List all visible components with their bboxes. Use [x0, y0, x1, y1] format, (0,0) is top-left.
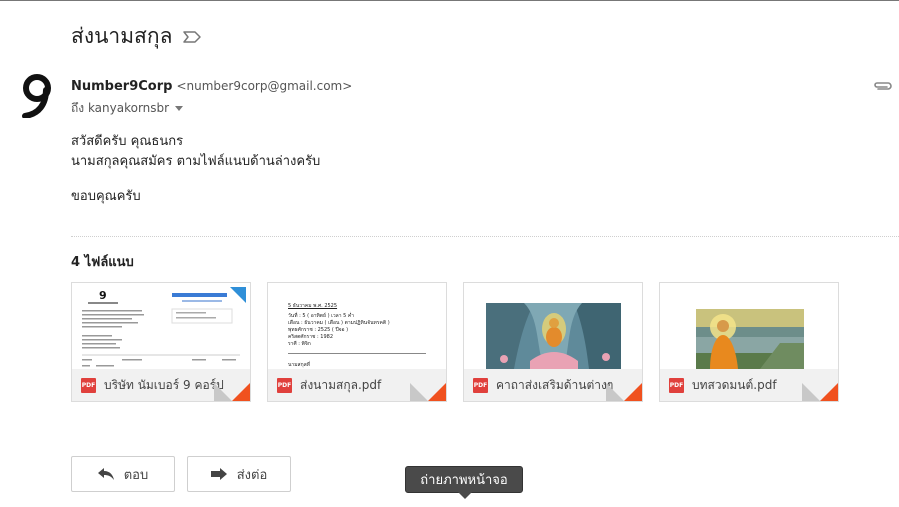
screenshot-tooltip: ถ่ายภาพหน้าจอ — [405, 466, 523, 499]
recipient-text: ถึง kanyakornsbr — [71, 101, 170, 115]
page-fold-accent — [428, 383, 446, 401]
attachment-card[interactable]: PDF คาถาส่งเสริมด้านต่างๆ — [463, 282, 643, 402]
sender-avatar[interactable] — [19, 74, 55, 118]
page-fold-accent — [624, 383, 642, 401]
attachment-filename: ส่งนามสกุล.pdf — [300, 377, 382, 392]
top-border — [0, 0, 899, 1]
body-greeting: สวัสดีครับ คุณธนกร — [71, 134, 184, 149]
page-fold-accent — [820, 383, 838, 401]
subject-text: ส่งนามสกุล — [71, 24, 173, 48]
attachment-filename: คาถาส่งเสริมด้านต่างๆ — [496, 377, 614, 392]
pdf-icon: PDF — [81, 377, 96, 393]
thumb-line: พุทธศักราช : 2525 ( ปีจอ ) — [288, 327, 349, 333]
pdf-icon: PDF — [473, 377, 488, 393]
thumb-title: 5 ธันวาคม พ.ศ. 2525 — [288, 303, 338, 309]
attachment-filename: บริษัท นัมเบอร์ 9 คอร์ปอเรชั่น — [104, 377, 224, 392]
forward-button[interactable]: ส่งต่อ — [187, 456, 291, 492]
svg-text:9: 9 — [99, 289, 107, 302]
body-line: นามสกุลคุณสมัคร ตามไฟล์แนบด้านล่างครับ — [71, 154, 321, 169]
reply-button[interactable]: ตอบ — [71, 456, 175, 492]
attachment-count: 4 ไฟล์แนบ — [71, 255, 134, 270]
page-fold-accent — [232, 383, 250, 401]
attachment-card[interactable]: PDF บทสวดมนต์.pdf — [659, 282, 839, 402]
thumb-line: ราศี : พิจิก — [288, 341, 311, 347]
thumb-line: นามสกุลที่ — [288, 362, 310, 368]
body-closing: ขอบคุณครับ — [71, 189, 141, 204]
pdf-icon: PDF — [669, 377, 684, 393]
attachments-divider — [71, 236, 899, 237]
forward-label: ส่งต่อ — [236, 467, 268, 483]
page-fold — [214, 383, 232, 401]
email-subject: ส่งนามสกุล — [71, 20, 202, 53]
page-fold — [410, 383, 428, 401]
tooltip-arrow — [458, 492, 472, 499]
attachment-thumbnail — [660, 283, 838, 369]
recipient-details-toggle[interactable]: ถึง kanyakornsbr — [71, 99, 184, 118]
reply-arrow-icon — [97, 468, 114, 480]
paperclip-icon — [874, 82, 892, 90]
attachment-card[interactable]: 5 ธันวาคม พ.ศ. 2525 วันที่ : 5 ( อาทิตย์… — [267, 282, 447, 402]
tooltip-text: ถ่ายภาพหน้าจอ — [420, 473, 508, 488]
sender-name[interactable]: Number9Corp — [71, 79, 172, 94]
attachment-thumbnail: 5 ธันวาคม พ.ศ. 2525 วันที่ : 5 ( อาทิตย์… — [268, 283, 446, 369]
thumb-line: เดือน : ธันวาคม ( เดือน ) ตามปฏิทินจันทร… — [288, 320, 390, 326]
attachment-thumbnail: 9 — [72, 283, 250, 369]
sender-line: Number9Corp <number9corp@gmail.com> — [71, 79, 352, 94]
label-tag-icon[interactable] — [182, 30, 202, 44]
page-fold — [802, 383, 820, 401]
sender-email: <number9corp@gmail.com> — [176, 79, 353, 93]
email-body: สวัสดีครับ คุณธนกร นามสกุลคุณสมัคร ตามไฟ… — [71, 132, 320, 207]
forward-arrow-icon — [210, 468, 227, 480]
thumb-line: วันที่ : 5 ( อาทิตย์ ) เวลา 5 ค่ำ — [288, 313, 355, 319]
chevron-down-icon — [175, 106, 184, 111]
attachment-card[interactable]: 9 PDF บริษัท นัมเบอร์ 9 คอร์ป — [71, 282, 251, 402]
attachment-thumbnail — [464, 283, 642, 369]
attachment-filename: บทสวดมนต์.pdf — [692, 377, 777, 392]
reply-label: ตอบ — [123, 467, 149, 483]
pdf-icon: PDF — [277, 377, 292, 393]
page-fold — [606, 383, 624, 401]
thumb-line: คริสตศักราช : 1982 — [288, 334, 334, 340]
